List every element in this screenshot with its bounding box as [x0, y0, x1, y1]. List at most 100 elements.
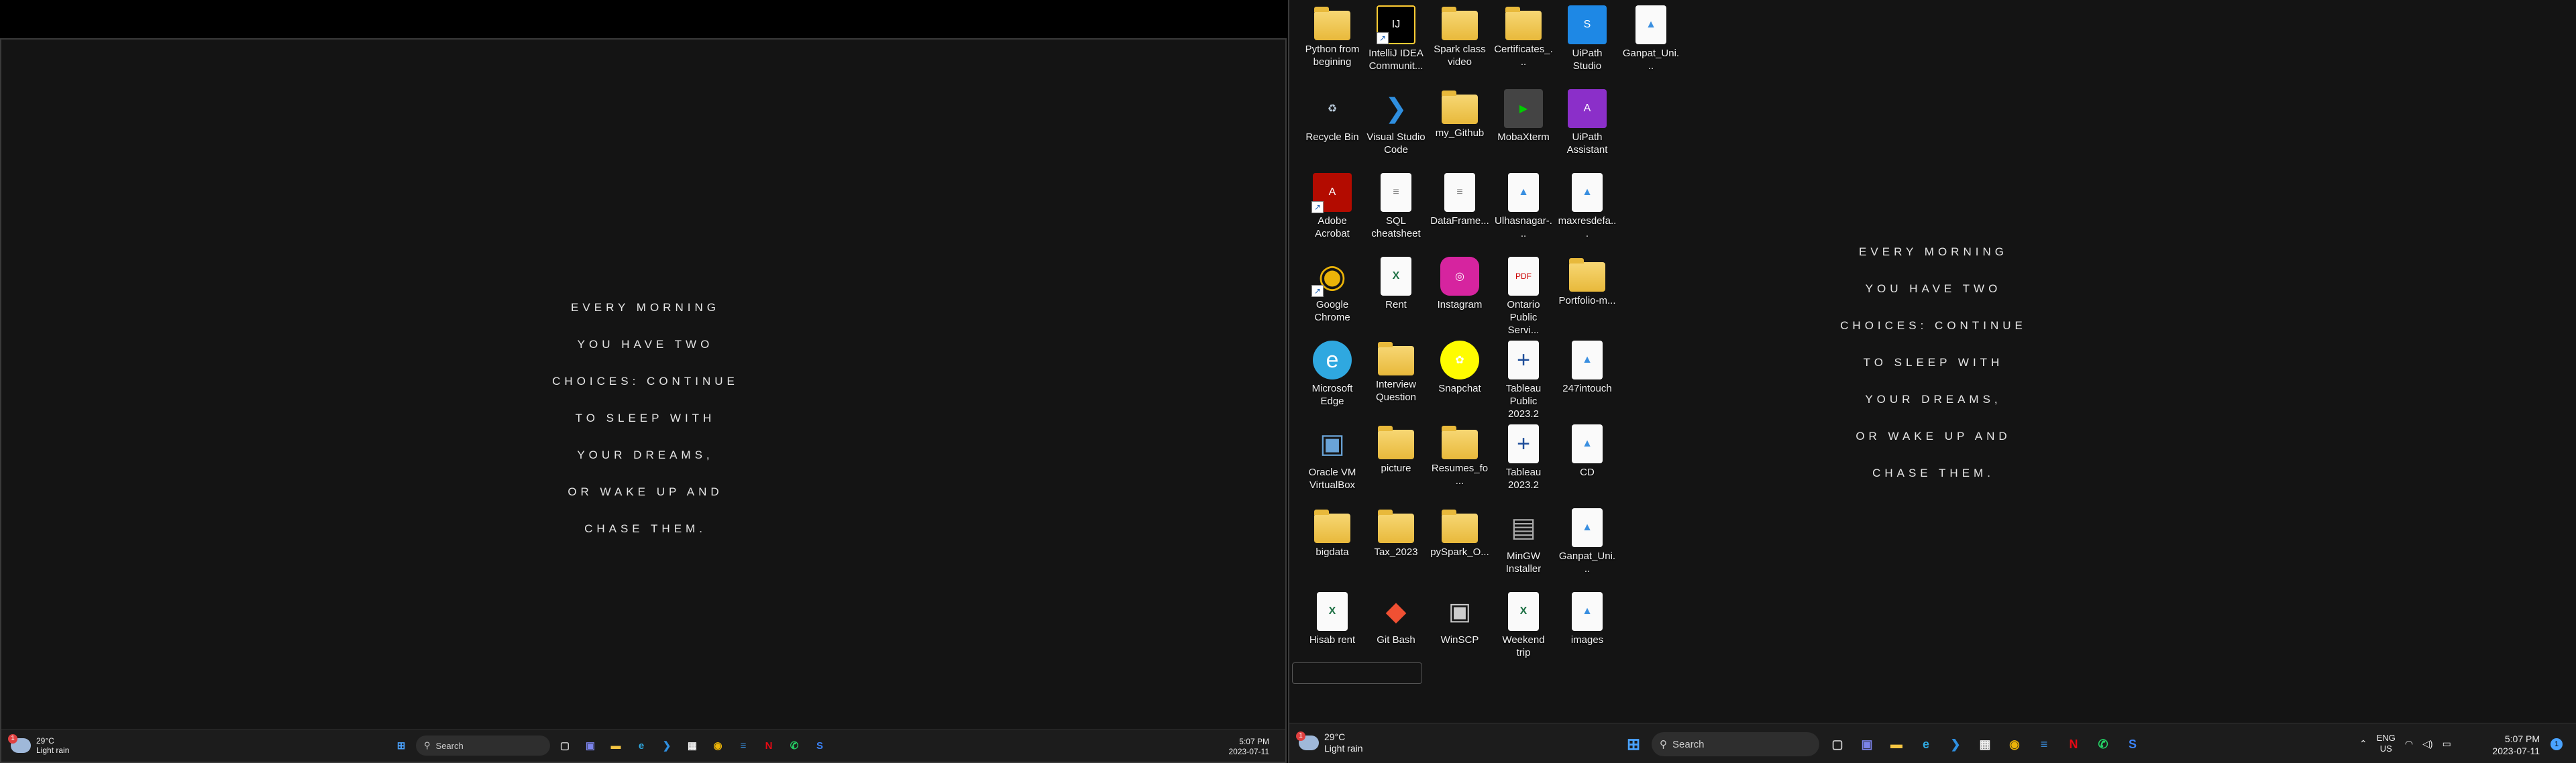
desktop-icon[interactable]: e Microsoft Edge — [1301, 335, 1363, 418]
desktop-icon-label: Adobe Acrobat — [1315, 215, 1350, 239]
chrome-icon[interactable]: ◉ — [707, 735, 729, 756]
vscode-icon[interactable]: ❯ — [656, 735, 678, 756]
notification-badge[interactable]: 1 — [2551, 738, 2563, 750]
desktop-icon[interactable]: ▲ images — [1556, 587, 1618, 670]
netflix-icon[interactable]: N — [758, 735, 780, 756]
desktop-icon[interactable]: ✿ Snapchat — [1429, 335, 1491, 418]
weather-temp: 29°C — [36, 736, 54, 746]
desktop-icon[interactable]: X Rent — [1365, 251, 1427, 335]
desktop-icon[interactable]: ▲ maxresdefa... — [1556, 168, 1618, 251]
quote-line: EVERY MORNING — [1859, 245, 2008, 258]
desktop-icon-label: Spark class video — [1434, 44, 1486, 68]
store-icon[interactable]: ▦ — [682, 735, 703, 756]
desktop-icon[interactable]: Tax_2023 — [1365, 503, 1427, 586]
desktop-icon[interactable]: Interview Question — [1365, 335, 1427, 418]
clock-time: 5:07 PM — [2504, 733, 2540, 744]
whatsapp-icon[interactable]: ✆ — [784, 735, 805, 756]
desktop-icon[interactable]: S UiPath Studio — [1556, 0, 1618, 83]
store-icon[interactable]: ▦ — [1974, 733, 1996, 756]
desktop-icon[interactable]: ▲ 247intouch — [1556, 335, 1618, 418]
desktop-icon[interactable]: X Hisab rent — [1301, 587, 1363, 670]
task-view-icon[interactable]: ▢ — [1826, 733, 1849, 756]
whatsapp-icon[interactable]: ✆ — [2092, 733, 2114, 756]
netflix-icon[interactable]: N — [2062, 733, 2085, 756]
desktop-icon-label: Certificates_... — [1494, 44, 1553, 68]
rain-cloud-icon — [8, 734, 31, 753]
weather-condition: Light rain — [36, 746, 70, 755]
desktop-icon[interactable]: my_Github — [1429, 84, 1491, 167]
desktop-icon[interactable]: + Tableau 2023.2 — [1493, 419, 1554, 502]
desktop-icon[interactable]: X Weekend trip — [1493, 587, 1554, 670]
notepad-icon[interactable]: ≡ — [733, 735, 754, 756]
desktop-icon[interactable]: bigdata — [1301, 503, 1363, 586]
desktop-icon[interactable]: ◆ Git Bash — [1365, 587, 1427, 670]
desktop-icon[interactable]: picture — [1365, 419, 1427, 502]
edge-icon[interactable]: e — [631, 735, 652, 756]
desktop-icon-label: Ganpat_Uni... — [1622, 48, 1680, 72]
desktop-icon[interactable]: IJ IntelliJ IDEA Communit... — [1365, 0, 1427, 83]
teams-icon[interactable]: ▣ — [580, 735, 601, 756]
teams-icon[interactable]: ▣ — [1856, 733, 1878, 756]
weather-widget[interactable]: 29°C Light rain — [1296, 731, 1363, 754]
weather-condition: Light rain — [1324, 743, 1363, 754]
git-bash-icon: ◆ — [1385, 597, 1407, 626]
clock[interactable]: 5:07 PM 2023-07-11 — [2492, 733, 2540, 757]
clock-time: 5:07 PM — [1239, 737, 1269, 746]
uipath-icon[interactable]: S — [809, 735, 830, 756]
rain-cloud-icon — [1296, 731, 1319, 750]
desktop-icon[interactable]: Certificates_... — [1493, 0, 1554, 83]
uipath-icon[interactable]: S — [2121, 733, 2144, 756]
desktop-icon[interactable]: Portfolio-m... — [1556, 251, 1618, 335]
desktop-icon[interactable]: ▣ Oracle VM VirtualBox — [1301, 419, 1363, 502]
battery-icon[interactable]: ▭ — [2443, 738, 2451, 750]
file-explorer-icon[interactable]: ▬ — [605, 735, 627, 756]
desktop-icon[interactable]: ❯ Visual Studio Code — [1365, 84, 1427, 167]
desktop-icon[interactable]: + Tableau Public 2023.2 — [1493, 335, 1554, 420]
file-explorer-icon[interactable]: ▬ — [1885, 733, 1908, 756]
weather-widget[interactable]: 29°C Light rain — [8, 734, 70, 755]
start-icon[interactable]: ⊞ — [1622, 733, 1645, 756]
desktop-icon[interactable]: Spark class video — [1429, 0, 1491, 83]
desktop-icon[interactable]: ▲ Ulhasnagar-... — [1493, 168, 1554, 251]
desktop-icon[interactable]: ◉Google Chrome — [1301, 251, 1363, 335]
chrome-icon[interactable]: ◉ — [2003, 733, 2026, 756]
desktop-icon[interactable]: PDF Ontario Public Servi... — [1493, 251, 1554, 336]
desktop-icon[interactable]: ▣ WinSCP — [1429, 587, 1491, 670]
folder-icon — [1442, 426, 1478, 459]
task-view-icon[interactable]: ▢ — [554, 735, 576, 756]
search-box[interactable]: ⚲ Search — [1652, 732, 1819, 756]
desktop-icon[interactable]: ▶ MobaXterm — [1493, 84, 1554, 167]
search-icon: ⚲ — [1660, 739, 1667, 750]
desktop-icon[interactable]: ▲ Ganpat_Uni... — [1556, 503, 1618, 586]
desktop-icon[interactable]: ◎ Instagram — [1429, 251, 1491, 335]
desktop-icon[interactable]: ≡ DataFrame... — [1429, 168, 1491, 251]
desktop-icon[interactable]: A UiPath Assistant — [1556, 84, 1618, 167]
intellij-icon: IJ — [1377, 5, 1415, 44]
start-icon[interactable]: ⊞ — [390, 735, 412, 756]
chevron-up-icon[interactable]: ⌃ — [2359, 738, 2367, 750]
desktop-icon[interactable]: ♻ Recycle Bin — [1301, 84, 1363, 167]
notepad-icon[interactable]: ≡ — [2033, 733, 2055, 756]
desktop-icon[interactable]: ≡ SQL cheatsheet — [1365, 168, 1427, 251]
volume-icon[interactable]: ◁) — [2422, 738, 2432, 750]
desktop-icon[interactable]: ▤ MinGW Installer — [1493, 503, 1554, 586]
desktop-icon[interactable]: Python from begining — [1301, 0, 1363, 83]
desktop-icon[interactable]: AAdobe Acrobat — [1301, 168, 1363, 251]
search-box[interactable]: ⚲ Search — [416, 736, 550, 756]
desktop-icon-label: Oracle VM VirtualBox — [1308, 467, 1356, 491]
desktop-icon-label: Tableau Public 2023.2 — [1505, 383, 1542, 420]
wifi-icon[interactable]: ◠ — [2405, 738, 2413, 750]
language-indicator[interactable]: ENG US — [2377, 733, 2396, 754]
desktop-icon-label: SQL cheatsheet — [1371, 215, 1421, 239]
desktop-icon[interactable]: pySpark_O... — [1429, 503, 1491, 586]
image-file-icon: ▲ — [1572, 508, 1603, 547]
edge-icon[interactable]: e — [1915, 733, 1937, 756]
desktop-icon[interactable]: ▲ CD — [1556, 419, 1618, 502]
desktop-icon[interactable]: Resumes_fo... — [1429, 419, 1491, 502]
folder-icon — [1442, 91, 1478, 124]
excel-file-icon: X — [1381, 257, 1411, 296]
clock[interactable]: 5:07 PM 2023-07-11 — [1229, 737, 1270, 757]
desktop-icon[interactable]: ▲ Ganpat_Uni... — [1620, 0, 1682, 83]
vscode-icon[interactable]: ❯ — [1944, 733, 1967, 756]
desktop-icon-label: UiPath Assistant — [1566, 131, 1608, 156]
